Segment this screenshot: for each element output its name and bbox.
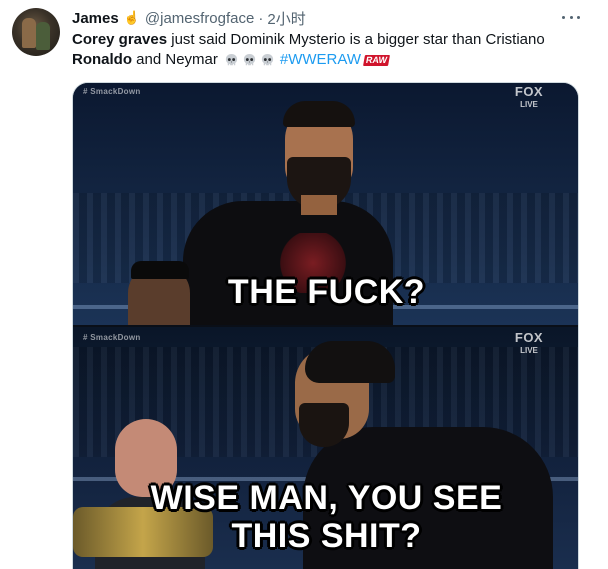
meme-caption-top: THE FUCK? [227,273,426,311]
more-dot [577,15,580,19]
tweet-text-line-1: Corey graves just said Dominik Mysterio … [72,30,592,50]
meme-caption-bottom: WISE MAN, YOU SEE THIS SHIT? [73,479,578,555]
fox-live-logo: FOX LIVE [501,331,557,355]
skull-icon [243,53,255,65]
avatar-figure-left [22,18,36,48]
tweet-text: Corey graves just said Dominik Mysterio … [72,30,592,70]
tweet-timestamp[interactable]: 2小时 [267,8,305,29]
meme-panel-bottom: # SmackDown FOX LIVE WISE MAN, YOU SEE T… [73,327,578,569]
pointing-up-emoji: ☝️ [123,10,140,25]
wrestler-hair [305,341,395,383]
meme-caption-line-1: WISE MAN, YOU SEE [150,479,503,517]
hashtag-link[interactable]: #WWERAW [280,50,361,70]
author-name[interactable]: James [72,10,119,27]
fox-logo-text: FOX [514,330,544,345]
tweet-media[interactable]: # SmackDown FOX LIVE THE FUCK? # SmackDo… [72,82,579,569]
live-label: LIVE [520,346,538,355]
wrestler-hair [283,101,355,127]
meme-panel-top: # SmackDown FOX LIVE THE FUCK? [73,83,578,325]
separator-dot: · [258,9,264,27]
smackdown-watermark: # SmackDown [83,333,141,342]
fox-live-logo: FOX LIVE [501,85,557,109]
mention-ronaldo: Ronaldo [72,51,132,68]
meme-caption-line-2: THIS SHIT? [231,517,422,555]
skull-icon [225,53,237,65]
wrestler-neck [301,195,337,215]
more-dots-icon[interactable] [562,10,580,24]
skull-icon [261,53,273,65]
author-handle[interactable]: @jamesfrogface [145,10,254,27]
more-dot [569,15,573,19]
live-label: LIVE [520,100,538,109]
fox-logo-text: FOX [514,84,544,99]
tweet[interactable]: James ☝️ @jamesfrogface · 2小时 Corey grav… [0,0,608,569]
tweet-header: James ☝️ @jamesfrogface · 2小时 [72,8,306,28]
mention-corey-graves: Corey graves [72,31,168,48]
more-dot [562,15,565,19]
tweet-text-line-2: Ronaldo and Neymar #WWERAW RAW [72,50,592,70]
smackdown-watermark: # SmackDown [83,87,141,96]
avatar-figure-right [36,22,50,50]
tweet-text-fragment: and Neymar [132,51,218,68]
wrestler-beard [299,403,349,447]
tweet-text-fragment: just said Dominik Mysterio is a bigger s… [167,31,545,48]
avatar[interactable] [12,8,60,56]
raw-logo-icon: RAW [363,54,390,66]
